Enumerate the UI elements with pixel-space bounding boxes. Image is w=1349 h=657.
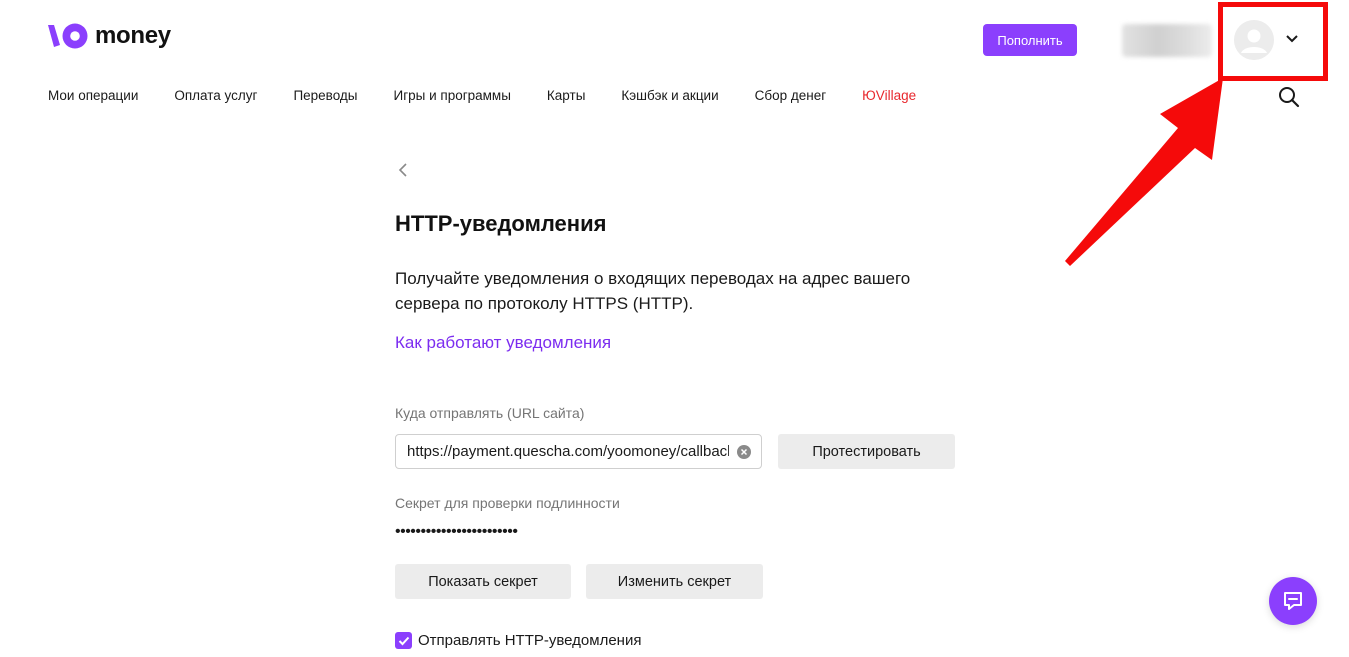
url-input[interactable] — [407, 435, 729, 468]
nav-item-cards[interactable]: Карты — [547, 88, 585, 103]
nav-item-operations[interactable]: Мои операции — [48, 88, 138, 103]
nav-item-transfers[interactable]: Переводы — [293, 88, 357, 103]
annotation-arrow-icon — [1065, 78, 1223, 266]
nav-item-payments[interactable]: Оплата услуг — [174, 88, 257, 103]
main-nav: Мои операции Оплата услуг Переводы Игры … — [48, 88, 952, 103]
search-icon[interactable] — [1278, 86, 1300, 108]
page-title: HTTP-уведомления — [395, 211, 607, 236]
chevron-left-icon[interactable] — [396, 160, 410, 180]
test-button[interactable]: Протестировать — [778, 434, 955, 469]
logo-text: money — [95, 22, 171, 49]
url-field — [395, 434, 762, 469]
how-notifications-work-link[interactable]: Как работают уведомления — [395, 333, 611, 353]
chat-icon — [1284, 592, 1302, 610]
nav-item-cashback[interactable]: Кэшбэк и акции — [621, 88, 718, 103]
send-notifications-label: Отправлять HTTP-уведомления — [418, 632, 642, 649]
url-field-label: Куда отправлять (URL сайта) — [395, 405, 585, 421]
send-notifications-checkbox[interactable] — [395, 632, 412, 649]
yoomoney-logo-icon — [48, 23, 88, 49]
chat-button[interactable] — [1269, 577, 1317, 625]
nav-item-games[interactable]: Игры и программы — [394, 88, 511, 103]
annotation-highlight-box — [1218, 2, 1328, 81]
page-description: Получайте уведомления о входящих перевод… — [395, 269, 911, 313]
nav-item-fundraising[interactable]: Сбор денег — [755, 88, 827, 103]
checkmark-icon — [398, 636, 409, 645]
topup-button[interactable]: Пополнить — [983, 24, 1077, 56]
secret-masked-value: •••••••••••••••••••••••• — [395, 523, 518, 540]
logo[interactable]: money — [48, 22, 171, 50]
show-secret-button[interactable]: Показать секрет — [395, 564, 571, 599]
balance-blurred[interactable] — [1122, 24, 1212, 57]
send-notifications-row[interactable]: Отправлять HTTP-уведомления — [395, 632, 641, 649]
nav-item-yuvillage[interactable]: ЮVillage — [862, 88, 916, 103]
change-secret-button[interactable]: Изменить секрет — [586, 564, 763, 599]
clear-icon[interactable] — [737, 445, 751, 459]
secret-label: Секрет для проверки подлинности — [395, 495, 620, 511]
